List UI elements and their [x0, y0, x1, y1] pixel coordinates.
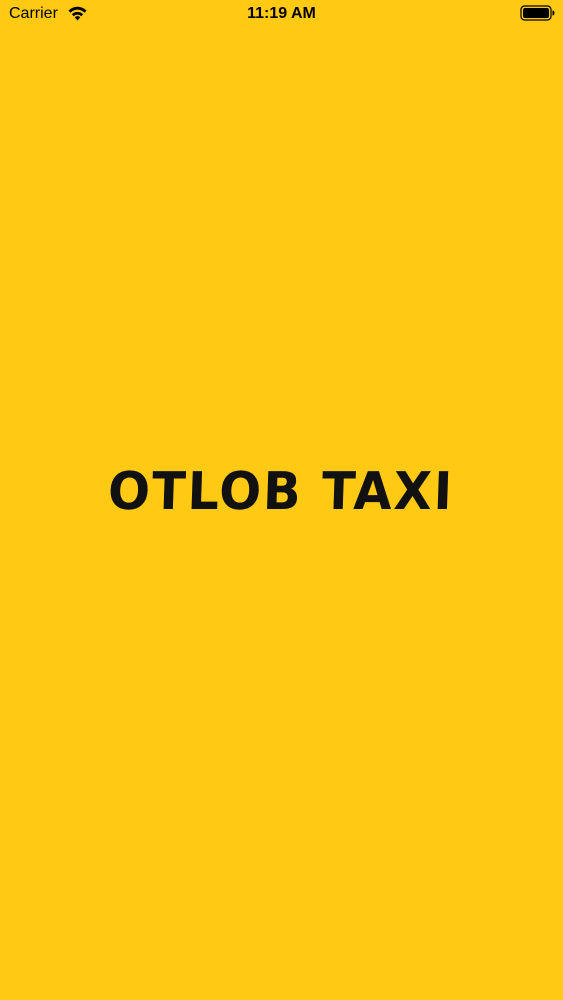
- battery-full-icon: [520, 5, 555, 21]
- status-bar: Carrier 11:19 AM: [0, 0, 563, 28]
- app-title: OTLOB TAXI: [107, 462, 456, 522]
- status-time: 11:19 AM: [247, 5, 316, 22]
- splash-screen: OTLOB TAXI: [0, 462, 563, 522]
